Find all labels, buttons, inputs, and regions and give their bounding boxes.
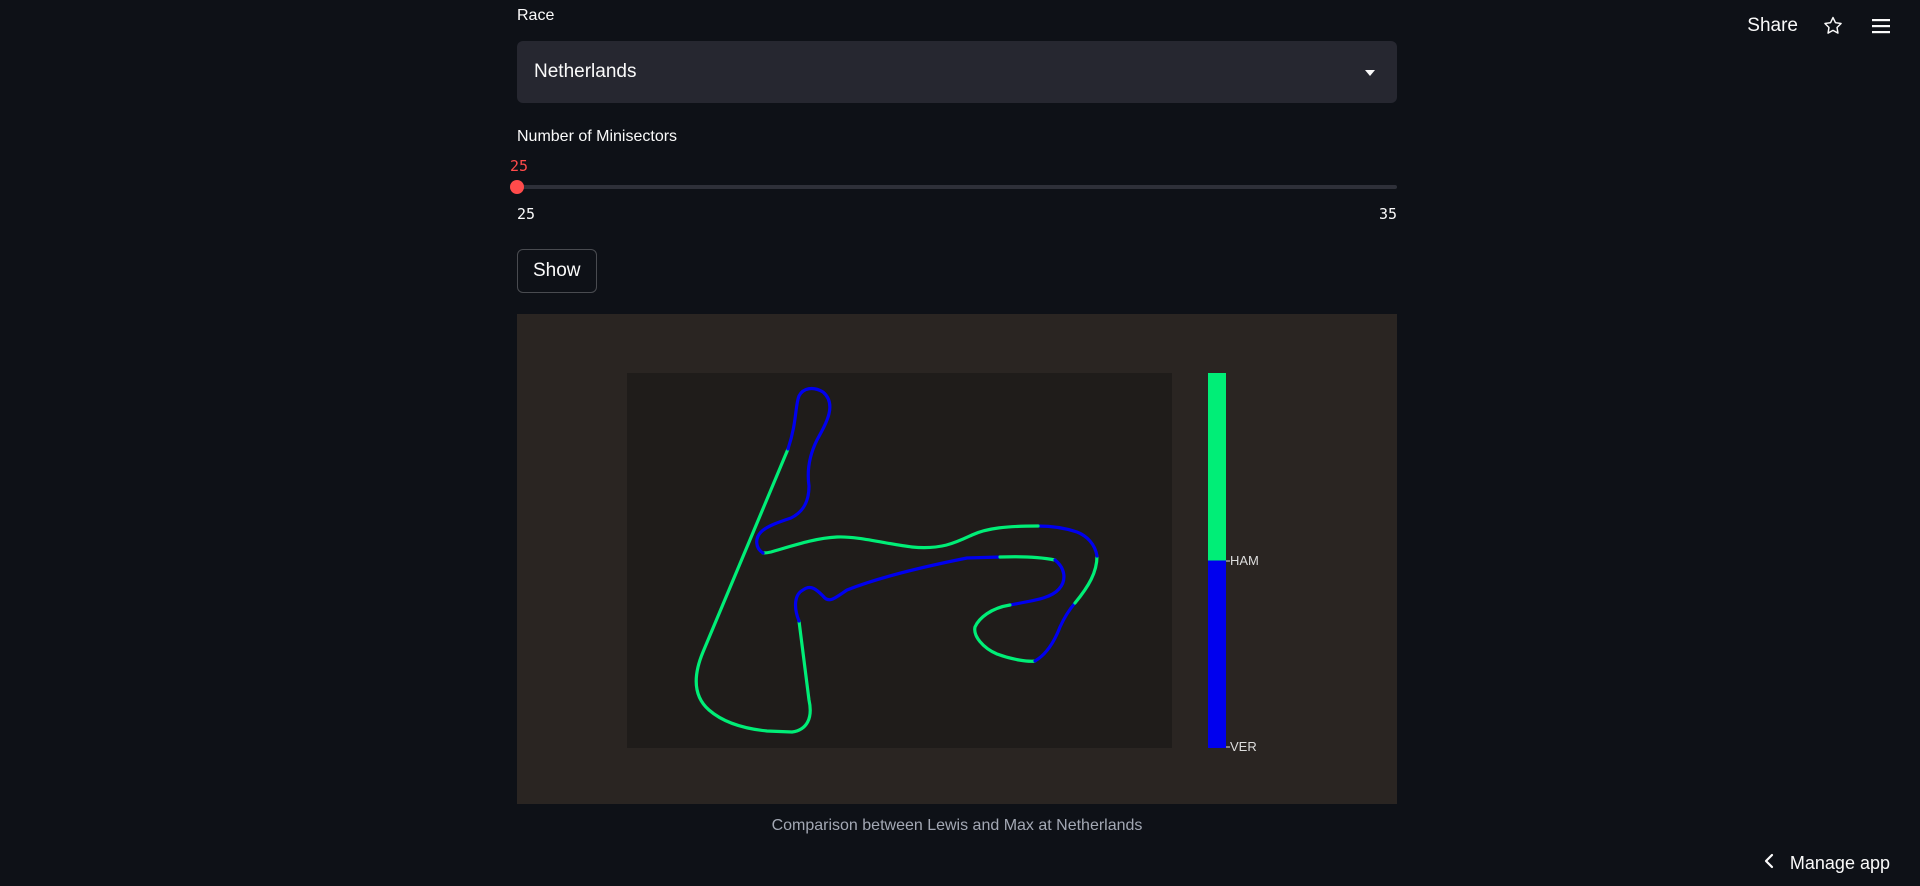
legend-colorbar bbox=[1208, 373, 1226, 748]
chart-caption: Comparison between Lewis and Max at Neth… bbox=[771, 817, 1143, 834]
plot-area bbox=[627, 373, 1172, 748]
legend-label-ver: VER bbox=[1230, 739, 1257, 754]
track-comparison-chart: HAM VER bbox=[517, 314, 1397, 804]
minisectors-label: Number of Minisectors bbox=[517, 128, 678, 145]
share-button[interactable]: Share bbox=[1747, 15, 1798, 37]
slider-max: 35 bbox=[1378, 205, 1397, 223]
hamburger-menu-icon[interactable] bbox=[1868, 13, 1894, 39]
legend-label-ham: HAM bbox=[1230, 553, 1259, 568]
slider-min: 25 bbox=[517, 205, 536, 223]
top-toolbar: Share bbox=[1747, 0, 1920, 52]
manage-app-label: Manage app bbox=[1789, 853, 1890, 873]
chevron-down-icon bbox=[1365, 70, 1375, 76]
slider-value: 25 bbox=[510, 157, 529, 175]
star-icon[interactable] bbox=[1820, 13, 1846, 39]
slider-thumb[interactable] bbox=[510, 180, 524, 194]
race-label: Race bbox=[517, 7, 555, 24]
chevron-left-icon bbox=[1762, 853, 1776, 874]
chart-svg: HAM VER bbox=[627, 373, 1259, 754]
race-select-value: Netherlands bbox=[534, 61, 637, 82]
show-button[interactable]: Show bbox=[517, 249, 597, 293]
slider-track[interactable] bbox=[517, 185, 1397, 189]
race-select[interactable]: Netherlands bbox=[517, 41, 1397, 103]
manage-app-button[interactable]: Manage app bbox=[1762, 853, 1890, 874]
